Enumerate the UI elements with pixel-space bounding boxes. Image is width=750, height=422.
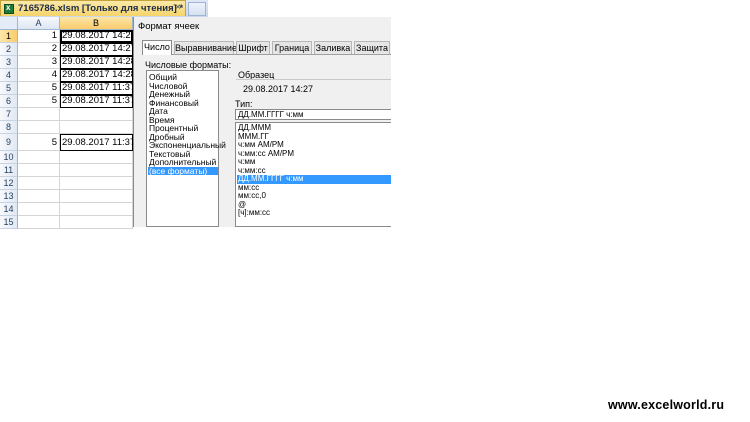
row-header[interactable]: 3 [0, 56, 18, 69]
row-header[interactable]: 6 [0, 95, 18, 108]
table-row: 12 [0, 177, 133, 190]
tab-fill[interactable]: Заливка [314, 41, 352, 54]
cell-b9[interactable]: 29.08.2017 11:37 [60, 134, 133, 151]
cell-b12[interactable] [60, 177, 133, 190]
cell-a9[interactable]: 5 [18, 134, 60, 151]
cell-b2[interactable]: 29.08.2017 14:27 [60, 43, 133, 56]
row-header[interactable]: 7 [0, 108, 18, 121]
table-row: 2 2 29.08.2017 14:27 [0, 43, 133, 56]
type-label: Тип: [235, 99, 253, 109]
cell-a4[interactable]: 4 [18, 69, 60, 82]
column-header-b[interactable]: B [60, 17, 133, 30]
row-header[interactable]: 12 [0, 177, 18, 190]
tab-border[interactable]: Граница [272, 41, 312, 54]
cell-b4[interactable]: 29.08.2017 14:28 [60, 69, 133, 82]
workbook-tab[interactable]: 7165786.xlsm [Только для чтения] * × [0, 0, 186, 16]
cell-a14[interactable] [18, 203, 60, 216]
row-header[interactable]: 9 [0, 134, 18, 151]
list-item-selected[interactable]: (все форматы) [148, 166, 218, 175]
cell-a1[interactable]: 1 [18, 30, 60, 43]
list-item[interactable]: [ч]:мм:сс [237, 208, 391, 218]
row-header[interactable]: 13 [0, 190, 18, 203]
cell-a2[interactable]: 2 [18, 43, 60, 56]
table-row: 11 [0, 164, 133, 177]
cell-b11[interactable] [60, 164, 133, 177]
sample-divider [236, 79, 391, 80]
cell-a8[interactable] [18, 121, 60, 134]
type-input[interactable]: ДД.ММ.ГГГГ ч:мм [235, 109, 391, 120]
spreadsheet-grid: A B 1 1 29.08.2017 14:27 2 2 29.08.2017 … [0, 17, 133, 229]
table-row: 9 5 29.08.2017 11:37 [0, 134, 133, 151]
cell-a13[interactable] [18, 190, 60, 203]
excel-file-icon [4, 3, 14, 14]
cell-b13[interactable] [60, 190, 133, 203]
row-header[interactable]: 8 [0, 121, 18, 134]
row-header[interactable]: 2 [0, 43, 18, 56]
cell-b15[interactable] [60, 216, 133, 229]
type-list[interactable]: ДД.МММ МММ.ГГ ч:мм AM/PM ч:мм:сс AM/PM ч… [235, 122, 391, 227]
dialog-title: Формат ячеек [138, 21, 200, 32]
tab-protection[interactable]: Защита [354, 41, 390, 54]
cell-b8[interactable] [60, 121, 133, 134]
table-row: 5 5 29.08.2017 11:37 [0, 82, 133, 95]
table-row: 4 4 29.08.2017 14:28 [0, 69, 133, 82]
cell-a6[interactable]: 5 [18, 95, 60, 108]
cell-a10[interactable] [18, 151, 60, 164]
table-row: 8 [0, 121, 133, 134]
row-header[interactable]: 11 [0, 164, 18, 177]
cell-a3[interactable]: 3 [18, 56, 60, 69]
tab-font[interactable]: Шрифт [236, 41, 270, 54]
watermark: www.excelworld.ru [608, 398, 725, 412]
table-row: 14 [0, 203, 133, 216]
row-header[interactable]: 15 [0, 216, 18, 229]
table-row: 6 5 29.08.2017 11:37 [0, 95, 133, 108]
sample-value: 29.08.2017 14:27 [243, 84, 314, 94]
cell-b5[interactable]: 29.08.2017 11:37 [60, 82, 133, 95]
list-item[interactable]: мм:сс,0 [237, 191, 391, 201]
row-header[interactable]: 14 [0, 203, 18, 216]
cell-a15[interactable] [18, 216, 60, 229]
cell-a11[interactable] [18, 164, 60, 177]
table-row: 7 [0, 108, 133, 121]
cell-b3[interactable]: 29.08.2017 14:28 [60, 56, 133, 69]
row-header[interactable]: 1 [0, 30, 18, 43]
table-row: 15 [0, 216, 133, 229]
workbook-tab-title: 7165786.xlsm [Только для чтения] * [18, 3, 184, 14]
dialog-tabs: Число Выравнивание Шрифт Граница Заливка… [142, 40, 391, 55]
row-header[interactable]: 10 [0, 151, 18, 164]
table-row: 3 3 29.08.2017 14:28 [0, 56, 133, 69]
number-formats-label: Числовые форматы: [145, 60, 232, 70]
table-row: 10 [0, 151, 133, 164]
list-item[interactable]: ч:мм:сс AM/PM [237, 149, 391, 159]
tab-number[interactable]: Число [142, 40, 172, 55]
row-header[interactable]: 4 [0, 69, 18, 82]
category-list[interactable]: Общий Числовой Денежный Финансовый Дата … [146, 70, 226, 227]
cell-a7[interactable] [18, 108, 60, 121]
close-icon[interactable]: × [175, 2, 181, 13]
table-row: 1 1 29.08.2017 14:27 [0, 30, 133, 43]
workbook-tab-bar: 7165786.xlsm [Только для чтения] * × [0, 0, 208, 18]
column-header-a[interactable]: A [18, 17, 60, 30]
list-item-selected[interactable]: ДД.ММ.ГГГГ ч:мм [237, 174, 391, 184]
cell-b14[interactable] [60, 203, 133, 216]
cell-a12[interactable] [18, 177, 60, 190]
cell-b1[interactable]: 29.08.2017 14:27 [60, 30, 133, 43]
cell-b7[interactable] [60, 108, 133, 121]
row-header[interactable]: 5 [0, 82, 18, 95]
cell-b6[interactable]: 29.08.2017 11:37 [60, 95, 133, 108]
table-row: 13 [0, 190, 133, 203]
cell-b10[interactable] [60, 151, 133, 164]
tab-alignment[interactable]: Выравнивание [174, 41, 237, 54]
format-cells-dialog: Формат ячеек Число Выравнивание Шрифт Гр… [133, 17, 391, 227]
select-all-corner[interactable] [0, 17, 18, 30]
cell-a5[interactable]: 5 [18, 82, 60, 95]
new-tab-button[interactable] [188, 2, 206, 16]
